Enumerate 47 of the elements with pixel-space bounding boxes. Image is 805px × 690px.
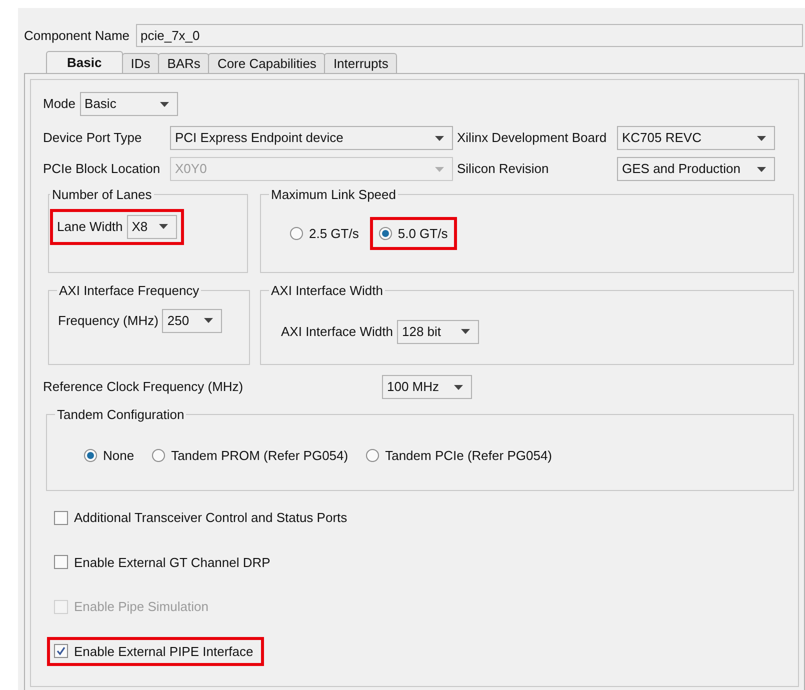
- dropdown[interactable]: 250: [162, 308, 222, 332]
- group-title: Number of Lanes: [51, 186, 153, 204]
- group-title: Maximum Link Speed: [270, 186, 397, 204]
- dropdown[interactable]: PCI Express Endpoint device: [170, 126, 453, 150]
- tab[interactable]: BARs: [158, 53, 210, 73]
- radio-option[interactable]: None: [75, 438, 144, 472]
- caret-icon: [435, 136, 444, 140]
- dropdown[interactable]: Basic: [80, 92, 178, 116]
- caret-icon: [160, 102, 169, 106]
- radio-option[interactable]: Tandem PROM (Refer PG054): [143, 438, 358, 472]
- radio-option[interactable]: 2.5 GT/s: [281, 216, 368, 250]
- dropdown[interactable]: X8: [126, 214, 177, 238]
- caret-icon: [204, 318, 214, 323]
- tab[interactable]: Basic: [46, 51, 123, 73]
- caret-icon: [461, 329, 470, 334]
- caret-icon: [454, 384, 463, 390]
- dropdown[interactable]: GES and Production: [617, 157, 775, 181]
- caret-icon: [757, 166, 766, 172]
- field-label: PCIe Block Location: [43, 160, 162, 178]
- check-icon: [56, 646, 66, 656]
- caret-icon: [158, 224, 168, 229]
- checkbox-option[interactable]: Enable External GT Channel DRP: [47, 548, 282, 577]
- checkbox-option[interactable]: Enable External PIPE Interface: [47, 636, 264, 666]
- tab[interactable]: IDs: [122, 53, 160, 73]
- field-label: AXI Interface Width: [281, 322, 393, 341]
- field-label: Component Name: [24, 26, 130, 45]
- checkbox-option[interactable]: Additional Transceiver Control and Status Ports: [47, 503, 358, 532]
- field-label: Reference Clock Frequency (MHz): [43, 378, 244, 396]
- radio-option[interactable]: Tandem PCIe (Refer PG054): [357, 438, 561, 472]
- dropdown[interactable]: 100 MHz: [382, 375, 472, 399]
- input-field[interactable]: pcie_7x_0: [136, 24, 803, 47]
- dropdown[interactable]: 128 bit: [397, 320, 479, 344]
- tab[interactable]: Interrupts: [324, 53, 398, 73]
- field-label: Silicon Revision: [456, 160, 550, 178]
- group-title: Tandem Configuration: [56, 406, 186, 424]
- dropdown[interactable]: KC705 REVC: [617, 126, 775, 150]
- field-label: Xilinx Development Board: [456, 129, 608, 148]
- field-label: Mode: [43, 95, 76, 114]
- field-label: Frequency (MHz): [58, 312, 158, 330]
- caret-icon: [757, 136, 766, 140]
- radio-option[interactable]: 5.0 GT/s: [370, 216, 457, 250]
- field-label: Device Port Type: [43, 129, 143, 148]
- group-title: AXI Interface Frequency: [58, 282, 200, 300]
- group-title: AXI Interface Width: [270, 282, 384, 300]
- field-label: Lane Width: [57, 218, 123, 236]
- caret-icon: [435, 166, 444, 172]
- tab[interactable]: Core Capabilities: [208, 53, 326, 73]
